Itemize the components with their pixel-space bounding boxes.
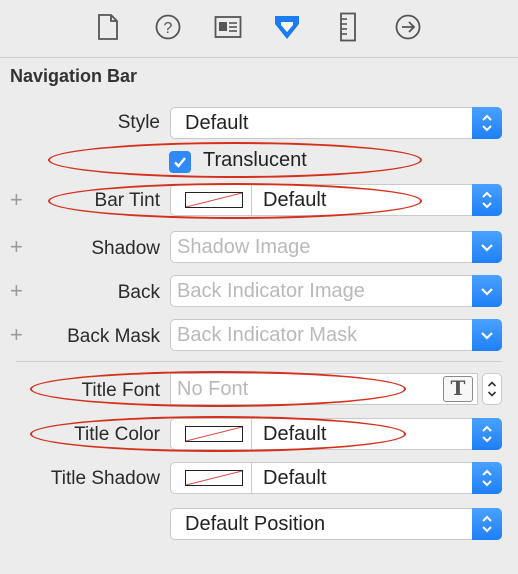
title-shadow-popup[interactable]: Default — [170, 462, 502, 494]
popup-divider — [251, 185, 252, 215]
connections-inspector-icon[interactable] — [391, 10, 425, 44]
title-color-value: Default — [263, 423, 327, 445]
chevron-updown-icon — [472, 107, 502, 139]
chevron-down-icon[interactable] — [472, 231, 502, 263]
translucent-checkbox[interactable] — [169, 151, 191, 173]
toolbar-divider — [0, 57, 518, 58]
chevron-down-icon[interactable] — [472, 275, 502, 307]
quick-help-icon[interactable]: ? — [151, 10, 185, 44]
font-picker-icon[interactable]: T — [443, 376, 473, 402]
size-inspector-icon[interactable] — [331, 10, 365, 44]
shadow-combo[interactable]: Shadow Image — [170, 231, 502, 263]
back-label: Back — [117, 282, 160, 303]
bar-tint-popup[interactable]: Default — [170, 184, 502, 216]
identity-inspector-icon[interactable] — [211, 10, 245, 44]
title-shadow-label: Title Shadow — [50, 468, 160, 489]
bar-tint-label: Bar Tint — [94, 190, 160, 211]
title-font-placeholder: No Font — [177, 378, 249, 400]
style-value: Default — [185, 112, 249, 134]
title-color-popup[interactable]: Default — [170, 418, 502, 450]
title-font-field[interactable]: No Font T — [170, 373, 478, 405]
position-value: Default Position — [185, 513, 326, 535]
bar-tint-value: Default — [263, 189, 327, 211]
color-swatch[interactable] — [185, 470, 243, 486]
style-label: Style — [117, 112, 160, 133]
inspector-toolbar: ? — [0, 0, 518, 56]
shadow-placeholder: Shadow Image — [177, 236, 311, 258]
chevron-updown-icon — [472, 462, 502, 494]
popup-divider — [251, 419, 252, 449]
section-title: Navigation Bar — [10, 66, 138, 86]
file-inspector-icon[interactable] — [91, 10, 125, 44]
checkmark-icon — [174, 157, 186, 168]
chevron-updown-icon — [472, 508, 502, 540]
translucent-label[interactable]: Translucent — [203, 149, 307, 172]
shadow-label: Shadow — [91, 238, 160, 259]
title-font-label: Title Font — [81, 380, 161, 401]
back-placeholder: Back Indicator Image — [177, 280, 365, 302]
title-position-popup[interactable]: Default Position — [170, 508, 502, 540]
attributes-inspector-icon[interactable] — [270, 10, 304, 44]
title-color-label: Title Color — [74, 424, 160, 445]
chevron-down-icon[interactable] — [472, 319, 502, 351]
chevron-updown-icon — [487, 381, 497, 397]
back-mask-label: Back Mask — [67, 326, 160, 347]
section-divider — [16, 361, 502, 362]
style-popup[interactable]: Default — [170, 107, 502, 139]
back-mask-combo[interactable]: Back Indicator Mask — [170, 319, 502, 351]
title-shadow-value: Default — [263, 467, 327, 489]
color-swatch[interactable] — [185, 426, 243, 442]
back-combo[interactable]: Back Indicator Image — [170, 275, 502, 307]
chevron-updown-icon — [472, 184, 502, 216]
title-font-stepper[interactable] — [482, 373, 502, 405]
svg-text:?: ? — [164, 20, 173, 37]
chevron-updown-icon — [472, 418, 502, 450]
popup-divider — [251, 463, 252, 493]
back-mask-placeholder: Back Indicator Mask — [177, 324, 358, 346]
color-swatch[interactable] — [185, 192, 243, 208]
